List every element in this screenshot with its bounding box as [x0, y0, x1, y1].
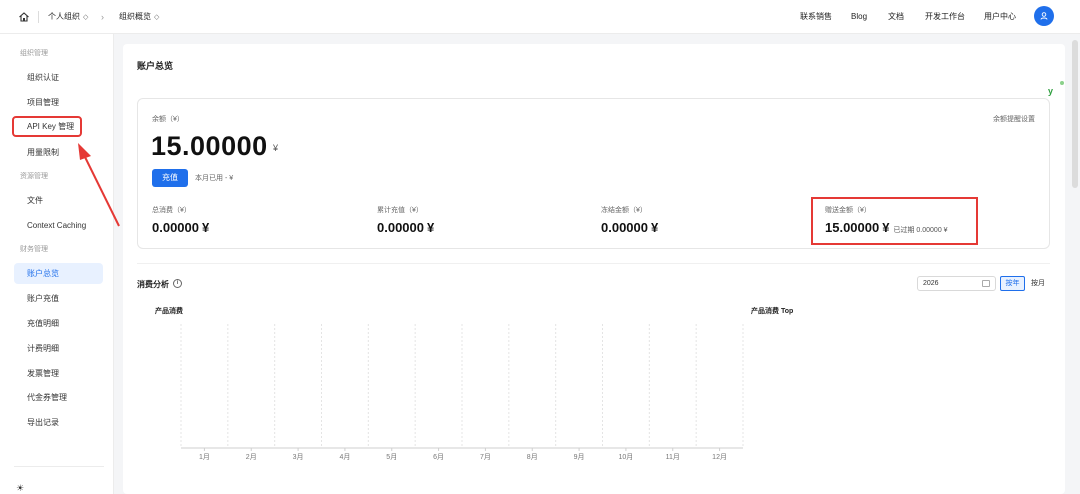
assistant-logo-icon[interactable]: y: [1048, 86, 1053, 96]
assistant-dot-icon: [1060, 81, 1064, 85]
x-tick-label: 5月: [386, 453, 397, 461]
x-tick-label: 6月: [433, 453, 444, 461]
x-tick-label: 8月: [527, 453, 538, 461]
x-tick-label: 1月: [199, 453, 210, 461]
x-tick-label: 12月: [712, 453, 727, 461]
x-tick-label: 4月: [339, 453, 350, 461]
x-tick-label: 9月: [574, 453, 585, 461]
scrollbar[interactable]: [1072, 40, 1078, 188]
product-spend-chart: 1月 2月 3月 4月 5月 6月 7月 8月 9月 10月 11月 12月: [180, 324, 744, 461]
x-tick-label: 7月: [480, 453, 491, 461]
x-tick-label: 11月: [666, 453, 680, 461]
main-panel: 账户总览 余额（¥） 余额提醒设置 15.00000 ¥ 充值 本月已用 - ¥…: [123, 44, 1065, 494]
x-tick-label: 2月: [246, 453, 257, 461]
x-tick-label: 10月: [619, 453, 634, 461]
x-tick-label: 3月: [293, 453, 304, 461]
